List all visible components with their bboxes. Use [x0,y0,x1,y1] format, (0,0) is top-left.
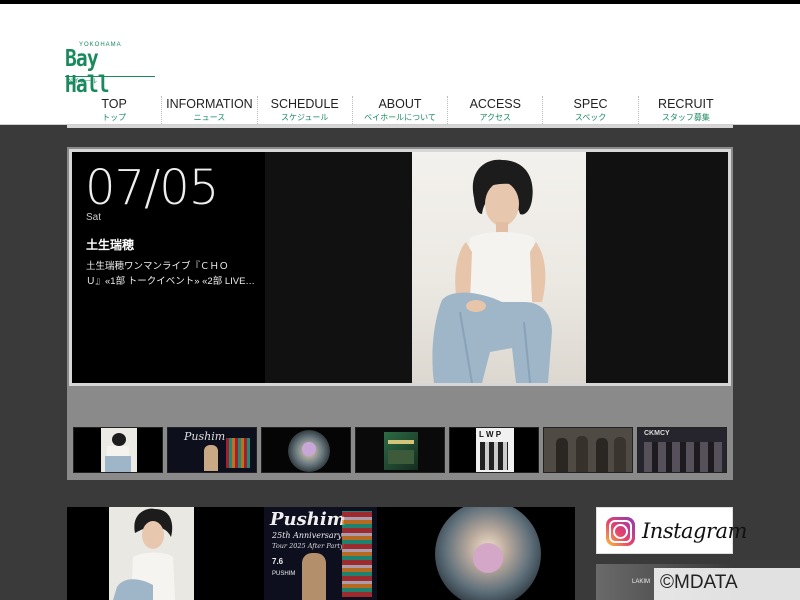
nav-spec[interactable]: SPEC スペック [543,96,639,128]
nav-schedule[interactable]: SCHEDULE スケジュール [258,96,353,128]
instagram-icon [606,517,635,546]
thumbnail-2-text: Pushim [184,430,226,443]
nav-about[interactable]: ABOUT ベイホールについて [353,96,449,128]
event-card-2-name: PUSHIM [272,571,296,577]
nav-spec-label: SPEC [573,97,608,111]
thumbnail-2[interactable]: Pushim [167,427,257,473]
site-header: YOKOHAMA Bay Hall ベイホール TOP トップ INFORMAT… [0,4,800,128]
upcoming-events-strip: Pushim 25th Anniversary Tour 2025 After … [67,507,575,600]
event-card-3[interactable] [429,507,547,600]
main-nav: TOP トップ INFORMATION ニュース SCHEDULE スケジュール… [67,96,733,128]
nav-schedule-sublabel: スケジュール [280,113,329,122]
nav-top[interactable]: TOP トップ [67,96,163,128]
event-card-2-date: 7.6 [272,557,284,566]
instagram-label: Instagram [642,519,747,543]
copyright-watermark: ©MDATA [654,568,800,600]
nav-spec-sublabel: スペック [574,113,607,122]
nav-information[interactable]: INFORMATION ニュース [162,96,258,128]
event-artist[interactable]: 土生瑞穂 [86,236,134,253]
thumbnail-7-text: CKMCY [644,430,670,437]
nav-top-sublabel: トップ [102,113,127,122]
featured-slider: 07/05 Sat 土生瑞穂 土生瑞穂ワンマンライブ『ＣＨＯＵ』«1部 トークイ… [67,147,733,480]
logo-kana-text: ベイホール [67,79,98,85]
thumbnail-5[interactable]: L W P [449,427,539,473]
thumbnail-7[interactable]: CKMCY [637,427,727,473]
lakim-label: LAKIM [632,579,651,585]
instagram-link[interactable]: Instagram [596,507,747,554]
nav-access-label: ACCESS [469,97,521,111]
thumbnail-1[interactable] [73,427,163,473]
nav-schedule-label: SCHEDULE [270,97,339,111]
event-card-2-subtitle: 25th Anniversary [272,531,343,540]
nav-recruit-label: RECRUIT [658,97,714,111]
event-card-1[interactable] [109,507,194,600]
event-title[interactable]: 土生瑞穂ワンマンライブ『ＣＨＯＵ』«1部 トークイベント» «2部 LIVE… [86,259,258,289]
event-card-3-figure [473,543,503,573]
copyright-text: ©MDATA [660,572,738,593]
event-date: 07/05 [85,160,219,216]
event-card-2[interactable]: Pushim 25th Anniversary Tour 2025 After … [264,507,377,600]
nav-bottom-rule [67,125,733,128]
nav-access[interactable]: ACCESS アクセス [448,96,544,128]
event-weekday: Sat [86,212,102,223]
event-card-2-mosaic [342,511,372,597]
thumbnail-4[interactable] [355,427,445,473]
slider-frame: 07/05 Sat 土生瑞穂 土生瑞穂ワンマンライブ『ＣＨＯＵ』«1部 トークイ… [69,149,731,386]
nav-recruit-sublabel: スタッフ募集 [661,113,710,122]
nav-information-label: INFORMATION [166,97,253,111]
event-card-2-tour: Tour 2025 After Party [272,542,344,550]
event-card-1-photo [113,508,175,600]
nav-access-sublabel: アクセス [479,113,512,122]
featured-slide[interactable]: 07/05 Sat 土生瑞穂 土生瑞穂ワンマンライブ『ＣＨＯＵ』«1部 トークイ… [72,152,728,383]
event-card-2-title: Pushim [270,509,346,530]
thumbnail-6[interactable] [543,427,633,473]
event-card-2-portrait [302,553,326,600]
event-info-panel: 07/05 Sat 土生瑞穂 土生瑞穂ワンマンライブ『ＣＨＯＵ』«1部 トークイ… [72,152,265,383]
thumbnail-3[interactable] [261,427,351,473]
thumbnail-5-text: L W P [479,430,502,439]
slider-thumbnails: Pushim L W P CKMCY [73,427,727,473]
bay-hall-logo[interactable]: YOKOHAMA Bay Hall ベイホール [65,42,157,98]
nav-about-sublabel: ベイホールについて [364,113,436,122]
nav-top-label: TOP [101,97,127,111]
event-artist-photo[interactable] [412,152,586,383]
nav-information-sublabel: ニュース [193,113,226,122]
nav-about-label: ABOUT [378,97,422,111]
logo-main-text: Bay Hall [65,46,110,98]
nav-recruit[interactable]: RECRUIT スタッフ募集 [639,96,733,128]
artist-photo-illustration [432,159,552,383]
